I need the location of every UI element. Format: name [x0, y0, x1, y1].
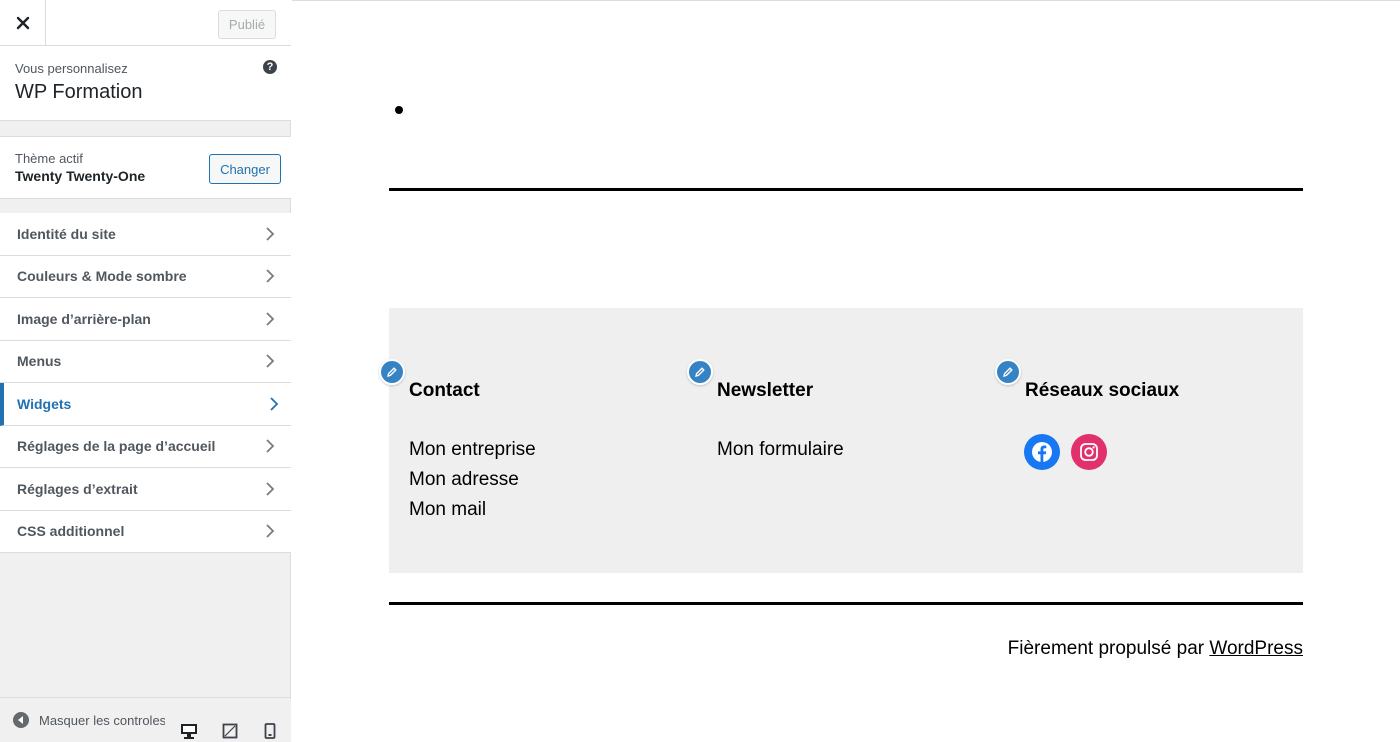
- desktop-preview-button[interactable]: [179, 722, 199, 740]
- theme-name: Twenty Twenty-One: [15, 168, 146, 184]
- chevron-right-icon: [266, 482, 275, 496]
- edit-widget-social-button[interactable]: [995, 359, 1021, 385]
- section-additional-css[interactable]: CSS additionnel: [0, 510, 291, 553]
- publish-button[interactable]: Publié: [218, 10, 276, 39]
- chevron-right-icon: [266, 312, 275, 326]
- arrow-left-circle-icon: [13, 712, 29, 728]
- customizer-footer: Masquer les controles: [0, 697, 291, 742]
- list-bullet: [395, 106, 403, 114]
- collapse-sidebar-button[interactable]: Masquer les controles: [13, 712, 165, 728]
- section-widgets[interactable]: Widgets: [0, 383, 291, 426]
- widget-title-contact: Contact: [409, 380, 480, 401]
- separator-top: [389, 188, 1303, 191]
- chevron-right-icon: [266, 269, 275, 283]
- footer-credits: Fièrement propulsé par WordPress: [1008, 638, 1303, 660]
- mobile-icon: [264, 723, 276, 739]
- collapse-label: Masquer les controles: [39, 712, 165, 728]
- chevron-right-icon: [266, 354, 275, 368]
- site-info: Vous personnalisez WP Formation ?: [0, 46, 291, 121]
- section-site-identity[interactable]: Identité du site: [0, 213, 291, 256]
- section-background-image[interactable]: Image d’arrière-plan: [0, 298, 291, 341]
- section-label: Réglages d’extrait: [17, 480, 138, 497]
- widget-text: Mon mail: [409, 499, 487, 520]
- widget-text: Mon entreprise: [409, 439, 536, 460]
- tablet-icon: [222, 723, 238, 739]
- edit-widget-newsletter-button[interactable]: [687, 359, 713, 385]
- section-label: Image d’arrière-plan: [17, 310, 151, 327]
- section-label: CSS additionnel: [17, 523, 125, 540]
- facebook-icon: [1032, 442, 1052, 462]
- pencil-icon: [1003, 367, 1013, 377]
- separator-bottom: [389, 602, 1303, 605]
- customizer-header: Publié: [0, 0, 291, 46]
- chevron-right-icon: [266, 524, 275, 538]
- edit-widget-contact-button[interactable]: [379, 359, 405, 385]
- section-label: Réglages de la page d’accueil: [17, 438, 216, 455]
- widget-text: Mon formulaire: [717, 439, 844, 460]
- customizing-label: Vous personnalisez: [15, 61, 128, 76]
- desktop-icon: [181, 724, 197, 739]
- instagram-link[interactable]: [1071, 434, 1107, 470]
- section-label: Menus: [17, 353, 62, 370]
- close-button[interactable]: [0, 0, 46, 45]
- mobile-preview-button[interactable]: [260, 722, 280, 740]
- widget-text: Mon adresse: [409, 469, 519, 490]
- footer-widgets-area: Contact Mon entreprise Mon adresse Mon m…: [379, 308, 1303, 573]
- chevron-right-icon: [270, 397, 279, 411]
- credits-text: Fièrement propulsé par: [1007, 638, 1205, 659]
- section-label: Identité du site: [17, 225, 116, 242]
- section-label: Widgets: [17, 395, 72, 412]
- section-colors-dark-mode[interactable]: Couleurs & Mode sombre: [0, 255, 291, 298]
- chevron-right-icon: [266, 439, 275, 453]
- section-excerpt-settings[interactable]: Réglages d’extrait: [0, 468, 291, 511]
- pencil-icon: [387, 367, 397, 377]
- section-menus[interactable]: Menus: [0, 340, 291, 383]
- active-theme: Thème actif Twenty Twenty-One Changer: [0, 136, 291, 199]
- customizer-sidebar: Publié Vous personnalisez WP Formation ?…: [0, 0, 291, 742]
- section-label: Couleurs & Mode sombre: [17, 268, 187, 285]
- customizer-sections: Identité du site Couleurs & Mode sombre …: [0, 213, 291, 553]
- site-title: WP Formation: [15, 81, 143, 103]
- active-theme-label: Thème actif: [15, 151, 83, 166]
- close-icon: [16, 16, 29, 29]
- pencil-icon: [695, 367, 705, 377]
- help-icon[interactable]: ?: [263, 60, 277, 74]
- widget-title-social: Réseaux sociaux: [1025, 380, 1180, 401]
- chevron-right-icon: [266, 227, 275, 241]
- change-theme-button[interactable]: Changer: [209, 154, 281, 184]
- wordpress-link[interactable]: WordPress: [1209, 638, 1303, 659]
- facebook-link[interactable]: [1024, 434, 1060, 470]
- tablet-preview-button[interactable]: [220, 722, 240, 740]
- instagram-icon: [1080, 443, 1098, 461]
- section-homepage-settings[interactable]: Réglages de la page d’accueil: [0, 425, 291, 468]
- widget-title-newsletter: Newsletter: [717, 380, 814, 401]
- site-preview: Contact Mon entreprise Mon adresse Mon m…: [292, 0, 1400, 742]
